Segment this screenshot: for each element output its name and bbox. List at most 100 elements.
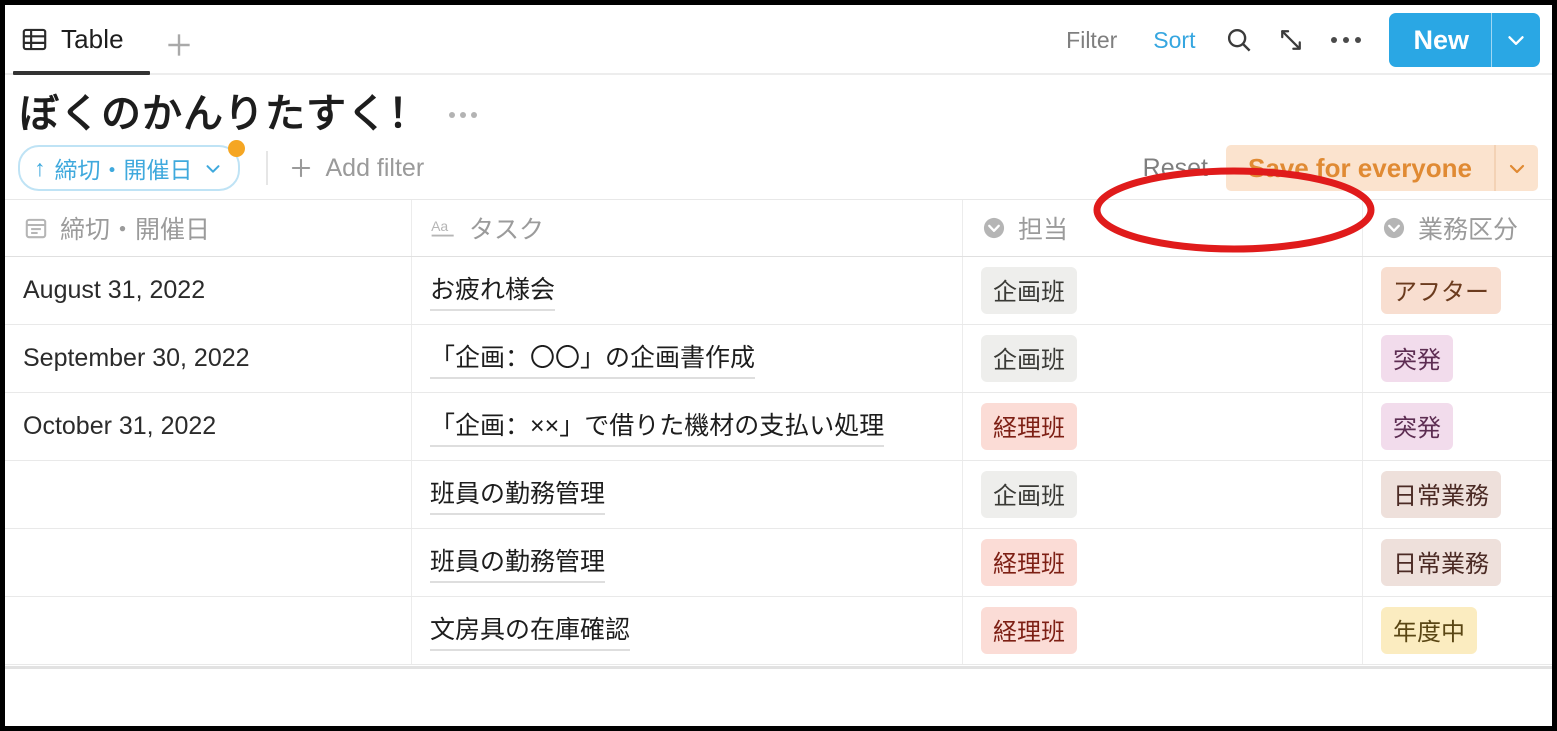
table-header-row: 締切・開催日 Aa タスク 担当 業務区分 xyxy=(5,200,1552,257)
table-row[interactable]: 班員の勤務管理 経理班 日常業務 xyxy=(5,529,1552,597)
sort-chip-field-label: 締切・開催日 xyxy=(54,157,193,183)
cell-category[interactable]: アフター xyxy=(1363,257,1552,324)
category-tag: 突発 xyxy=(1381,335,1453,382)
chevron-down-icon[interactable] xyxy=(1492,13,1540,67)
cell-task[interactable]: 班員の勤務管理 xyxy=(412,461,963,528)
category-tag: 年度中 xyxy=(1381,607,1477,654)
svg-text:Aa: Aa xyxy=(431,218,448,234)
table-bottom-rule xyxy=(5,666,1552,669)
app-content: Table Filter Sort New ぼくのかんりたすく！ ↑ 締切・開催… xyxy=(5,5,1552,726)
column-header-task[interactable]: Aa タスク xyxy=(412,200,963,256)
column-header-owner-label: 担当 xyxy=(1018,216,1069,244)
cell-owner[interactable]: 企画班 xyxy=(963,257,1363,324)
plus-icon xyxy=(288,155,314,181)
tab-table[interactable]: Table xyxy=(13,15,134,63)
cell-category[interactable]: 日常業務 xyxy=(1363,529,1552,596)
owner-tag: 企画班 xyxy=(981,471,1077,518)
task-value[interactable]: 「企画：〇〇」の企画書作成 xyxy=(430,338,756,379)
category-tag: 突発 xyxy=(1381,403,1453,450)
task-value[interactable]: 班員の勤務管理 xyxy=(430,474,606,515)
add-view-button[interactable] xyxy=(163,29,195,61)
calendar-icon xyxy=(23,215,49,241)
new-record-label: New xyxy=(1413,24,1469,55)
table-row[interactable]: 班員の勤務管理 企画班 日常業務 xyxy=(5,461,1552,529)
search-icon[interactable] xyxy=(1213,15,1265,65)
cell-date[interactable]: October 31, 2022 xyxy=(5,393,412,460)
filter-button[interactable]: Filter xyxy=(1048,15,1135,65)
single-select-icon xyxy=(1381,215,1407,241)
add-filter-label: Add filter xyxy=(325,153,425,182)
cell-task[interactable]: 文房具の在庫確認 xyxy=(412,597,963,664)
table-row[interactable]: September 30, 2022 「企画：〇〇」の企画書作成 企画班 突発 xyxy=(5,325,1552,393)
date-value: August 31, 2022 xyxy=(23,276,206,304)
column-header-owner[interactable]: 担当 xyxy=(963,200,1363,256)
cell-category[interactable]: 突発 xyxy=(1363,393,1552,460)
expand-diagonal-icon[interactable] xyxy=(1265,15,1317,65)
new-record-button[interactable]: New xyxy=(1389,13,1540,67)
owner-tag: 企画班 xyxy=(981,267,1077,314)
cell-category[interactable]: 年度中 xyxy=(1363,597,1552,664)
task-value[interactable]: 「企画：××」で借りた機材の支払い処理 xyxy=(430,406,885,447)
page-title: ぼくのかんりたすく！ xyxy=(19,92,429,136)
category-tag: 日常業務 xyxy=(1381,539,1501,586)
cell-owner[interactable]: 経理班 xyxy=(963,597,1363,664)
table-grid-icon xyxy=(21,26,48,53)
sort-button[interactable]: Sort xyxy=(1135,15,1213,65)
table-row[interactable]: October 31, 2022 「企画：××」で借りた機材の支払い処理 経理班 突発 xyxy=(5,393,1552,461)
task-value[interactable]: 班員の勤務管理 xyxy=(430,542,606,583)
filterbar-actions: Reset Save for everyone xyxy=(1143,145,1538,191)
task-value[interactable]: 文房具の在庫確認 xyxy=(430,610,631,651)
cell-date[interactable] xyxy=(5,529,412,596)
filter-sort-bar: ↑ 締切・開催日 Add filter Reset Save for every… xyxy=(5,137,1552,199)
cell-category[interactable]: 日常業務 xyxy=(1363,461,1552,528)
cell-date[interactable]: August 31, 2022 xyxy=(5,257,412,324)
tab-active-underline xyxy=(13,71,150,75)
cell-date[interactable] xyxy=(5,461,412,528)
owner-tag: 経理班 xyxy=(981,607,1077,654)
table-body: August 31, 2022 お疲れ様会 企画班 アフター September 30,… xyxy=(5,257,1552,665)
page-title-more-icon[interactable] xyxy=(449,102,477,118)
cell-task[interactable]: お疲れ様会 xyxy=(412,257,963,324)
app-window: Table Filter Sort New ぼくのかんりたすく！ ↑ 締切・開催… xyxy=(0,0,1557,731)
column-header-date-label: 締切・開催日 xyxy=(60,216,211,244)
filterbar-divider xyxy=(265,151,268,185)
add-filter-button[interactable]: Add filter xyxy=(288,153,425,183)
owner-tag: 経理班 xyxy=(981,539,1077,586)
category-tag: 日常業務 xyxy=(1381,471,1501,518)
cell-owner[interactable]: 経理班 xyxy=(963,393,1363,460)
column-header-category-label: 業務区分 xyxy=(1418,216,1519,244)
more-options-icon[interactable] xyxy=(1317,15,1375,65)
arrow-up-icon: ↑ xyxy=(34,154,46,181)
save-for-everyone-group[interactable]: Save for everyone xyxy=(1225,145,1538,191)
task-value[interactable]: お疲れ様会 xyxy=(430,270,556,311)
cell-date[interactable] xyxy=(5,597,412,664)
date-value: September 30, 2022 xyxy=(23,344,250,372)
table-row[interactable]: 文房具の在庫確認 経理班 年度中 xyxy=(5,597,1552,665)
reset-button[interactable]: Reset xyxy=(1143,154,1208,183)
cell-owner[interactable]: 企画班 xyxy=(963,325,1363,392)
cell-date[interactable]: September 30, 2022 xyxy=(5,325,412,392)
cell-task[interactable]: 「企画：〇〇」の企画書作成 xyxy=(412,325,963,392)
tabbar-divider xyxy=(5,73,1552,75)
chevron-down-icon[interactable] xyxy=(202,157,224,179)
table-row[interactable]: August 31, 2022 お疲れ様会 企画班 アフター xyxy=(5,257,1552,325)
column-header-date[interactable]: 締切・開催日 xyxy=(5,200,412,256)
column-header-task-label: タスク xyxy=(469,216,545,244)
text-aa-icon: Aa xyxy=(430,215,458,241)
single-select-icon xyxy=(981,215,1007,241)
view-tabbar: Table Filter Sort New xyxy=(5,5,1552,75)
owner-tag: 企画班 xyxy=(981,335,1077,382)
cell-category[interactable]: 突発 xyxy=(1363,325,1552,392)
cell-owner[interactable]: 企画班 xyxy=(963,461,1363,528)
save-for-everyone-button[interactable]: Save for everyone xyxy=(1225,145,1494,191)
view-toolbar: Filter Sort New xyxy=(1048,13,1540,67)
chevron-down-icon[interactable] xyxy=(1496,145,1538,191)
date-value: October 31, 2022 xyxy=(23,412,217,440)
sort-unsaved-badge xyxy=(227,140,245,157)
sort-chip-deadline[interactable]: ↑ 締切・開催日 xyxy=(18,140,245,191)
cell-task[interactable]: 「企画：××」で借りた機材の支払い処理 xyxy=(412,393,963,460)
column-header-category[interactable]: 業務区分 xyxy=(1363,200,1552,256)
cell-owner[interactable]: 経理班 xyxy=(963,529,1363,596)
cell-task[interactable]: 班員の勤務管理 xyxy=(412,529,963,596)
category-tag: アフター xyxy=(1381,267,1501,314)
